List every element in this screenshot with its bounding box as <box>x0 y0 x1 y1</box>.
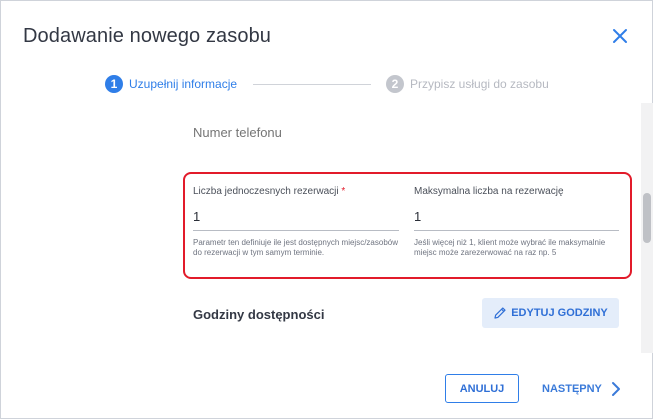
availability-title: Godziny dostępności <box>193 307 325 322</box>
max-per-booking-field: Maksymalna liczba na rezerwację Jeśli wi… <box>414 186 619 258</box>
phone-number-input[interactable] <box>193 125 613 140</box>
field-label: Liczba jednoczesnych rezerwacji * <box>193 186 346 197</box>
edit-hours-button[interactable]: EDYTUJ GODZINY <box>482 298 619 328</box>
next-label: NASTĘPNY <box>542 382 602 395</box>
next-button[interactable]: NASTĘPNY <box>532 374 639 403</box>
scroll-thumb[interactable] <box>643 193 651 243</box>
close-icon[interactable] <box>611 27 629 45</box>
step-number: 1 <box>105 75 123 93</box>
step-label: Uzupełnij informacje <box>129 77 238 91</box>
simultaneous-bookings-input[interactable] <box>193 209 399 231</box>
simultaneous-bookings-field: Liczba jednoczesnych rezerwacji * Parame… <box>193 186 399 258</box>
step-number: 2 <box>386 75 404 93</box>
step-connector <box>253 84 371 85</box>
dialog-title: Dodawanie nowego zasobu <box>23 25 272 47</box>
add-resource-dialog: Dodawanie nowego zasobu 1 Uzupełnij info… <box>0 0 653 419</box>
chevron-right-icon <box>611 381 620 396</box>
field-hint: Parametr ten definiuje ile jest dostępny… <box>193 238 398 257</box>
field-label: Maksymalna liczba na rezerwację <box>414 186 564 197</box>
stepper: 1 Uzupełnij informacje 2 Przypisz usługi… <box>1 75 653 95</box>
step-label: Przypisz usługi do zasobu <box>410 77 549 91</box>
cancel-button[interactable]: ANULUJ <box>445 374 519 403</box>
field-hint: Jeśli więcej niż 1, klient może wybrać i… <box>414 238 606 257</box>
edit-hours-label: EDYTUJ GODZINY <box>511 307 608 319</box>
pencil-icon <box>494 307 506 319</box>
scrollbar[interactable] <box>641 103 653 353</box>
required-mark: * <box>341 186 346 197</box>
max-per-booking-input[interactable] <box>414 209 619 231</box>
